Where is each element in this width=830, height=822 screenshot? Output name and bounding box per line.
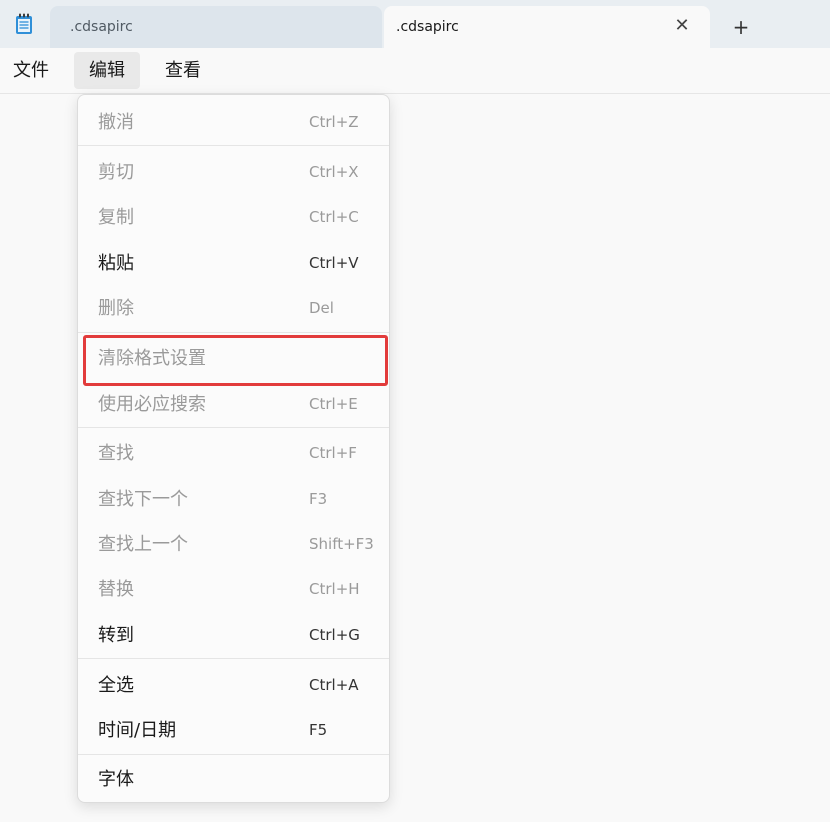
annotation-highlight-box bbox=[83, 335, 388, 386]
menu-item-replace[interactable]: 替换 Ctrl+H bbox=[78, 567, 389, 612]
tab-inactive[interactable]: .cdsapirc bbox=[50, 6, 382, 48]
menu-item-label: 删除 bbox=[98, 298, 134, 319]
menu-item-shortcut: Ctrl+G bbox=[309, 626, 360, 644]
menu-item-shortcut: Ctrl+Z bbox=[309, 113, 359, 131]
menu-item-label: 全选 bbox=[98, 675, 134, 696]
menu-separator bbox=[78, 658, 389, 659]
edit-menu-dropdown: 撤消 Ctrl+Z 剪切 Ctrl+X 复制 Ctrl+C 粘贴 Ctrl+V … bbox=[77, 94, 390, 803]
menu-separator bbox=[78, 332, 389, 333]
menu-item-cut[interactable]: 剪切 Ctrl+X bbox=[78, 150, 389, 195]
menu-item-label: 时间/日期 bbox=[98, 720, 177, 741]
menu-item-shortcut: Ctrl+H bbox=[309, 580, 360, 598]
menu-item-label: 复制 bbox=[98, 207, 134, 228]
menu-item-shortcut: Ctrl+V bbox=[309, 254, 359, 272]
menu-item-delete[interactable]: 删除 Del bbox=[78, 286, 389, 331]
menu-item-find-next[interactable]: 查找下一个 F3 bbox=[78, 477, 389, 522]
menu-item-label: 字体 bbox=[98, 769, 134, 790]
menu-view[interactable]: 查看 bbox=[152, 52, 214, 89]
menu-item-label: 使用必应搜索 bbox=[98, 394, 206, 415]
menu-item-search-bing[interactable]: 使用必应搜索 Ctrl+E bbox=[78, 382, 389, 427]
menu-item-shortcut: Ctrl+X bbox=[309, 163, 359, 181]
menu-separator bbox=[78, 754, 389, 755]
menu-item-shortcut: F3 bbox=[309, 490, 328, 508]
menu-item-copy[interactable]: 复制 Ctrl+C bbox=[78, 195, 389, 240]
menu-item-shortcut: Ctrl+C bbox=[309, 208, 359, 226]
menu-item-paste[interactable]: 粘贴 Ctrl+V bbox=[78, 241, 389, 286]
menu-item-label: 粘贴 bbox=[98, 253, 134, 274]
notepad-icon bbox=[15, 13, 33, 35]
menu-item-label: 查找 bbox=[98, 443, 134, 464]
menu-item-label: 查找下一个 bbox=[98, 489, 188, 510]
title-bar: .cdsapirc .cdsapirc ✕ + bbox=[0, 0, 830, 48]
menu-item-label: 查找上一个 bbox=[98, 534, 188, 555]
menu-bar: 文件 编辑 查看 bbox=[0, 48, 830, 94]
tab-active[interactable]: .cdsapirc ✕ bbox=[384, 6, 710, 48]
menu-item-label: 剪切 bbox=[98, 162, 134, 183]
menu-item-select-all[interactable]: 全选 Ctrl+A bbox=[78, 663, 389, 708]
plus-icon[interactable]: + bbox=[726, 8, 756, 46]
close-icon[interactable]: ✕ bbox=[672, 6, 692, 48]
menu-item-shortcut: Ctrl+E bbox=[309, 395, 358, 413]
menu-item-label: 替换 bbox=[98, 579, 134, 600]
menu-separator bbox=[78, 427, 389, 428]
menu-item-time-date[interactable]: 时间/日期 F5 bbox=[78, 708, 389, 753]
menu-item-go-to[interactable]: 转到 Ctrl+G bbox=[78, 613, 389, 658]
menu-item-shortcut: Ctrl+A bbox=[309, 676, 359, 694]
menu-item-find-previous[interactable]: 查找上一个 Shift+F3 bbox=[78, 522, 389, 567]
menu-item-shortcut: Shift+F3 bbox=[309, 535, 374, 553]
menu-item-shortcut: Del bbox=[309, 299, 334, 317]
menu-item-label: 撤消 bbox=[98, 112, 134, 133]
menu-item-shortcut: F5 bbox=[309, 721, 328, 739]
menu-item-font[interactable]: 字体 bbox=[78, 757, 389, 802]
tab-label: .cdsapirc bbox=[70, 19, 133, 35]
menu-file[interactable]: 文件 bbox=[4, 52, 58, 89]
tab-label: .cdsapirc bbox=[396, 19, 459, 35]
menu-edit[interactable]: 编辑 bbox=[74, 52, 140, 89]
menu-item-undo[interactable]: 撤消 Ctrl+Z bbox=[78, 100, 389, 145]
menu-item-shortcut: Ctrl+F bbox=[309, 444, 357, 462]
menu-item-find[interactable]: 查找 Ctrl+F bbox=[78, 431, 389, 476]
menu-item-label: 转到 bbox=[98, 625, 134, 646]
menu-separator bbox=[78, 145, 389, 146]
